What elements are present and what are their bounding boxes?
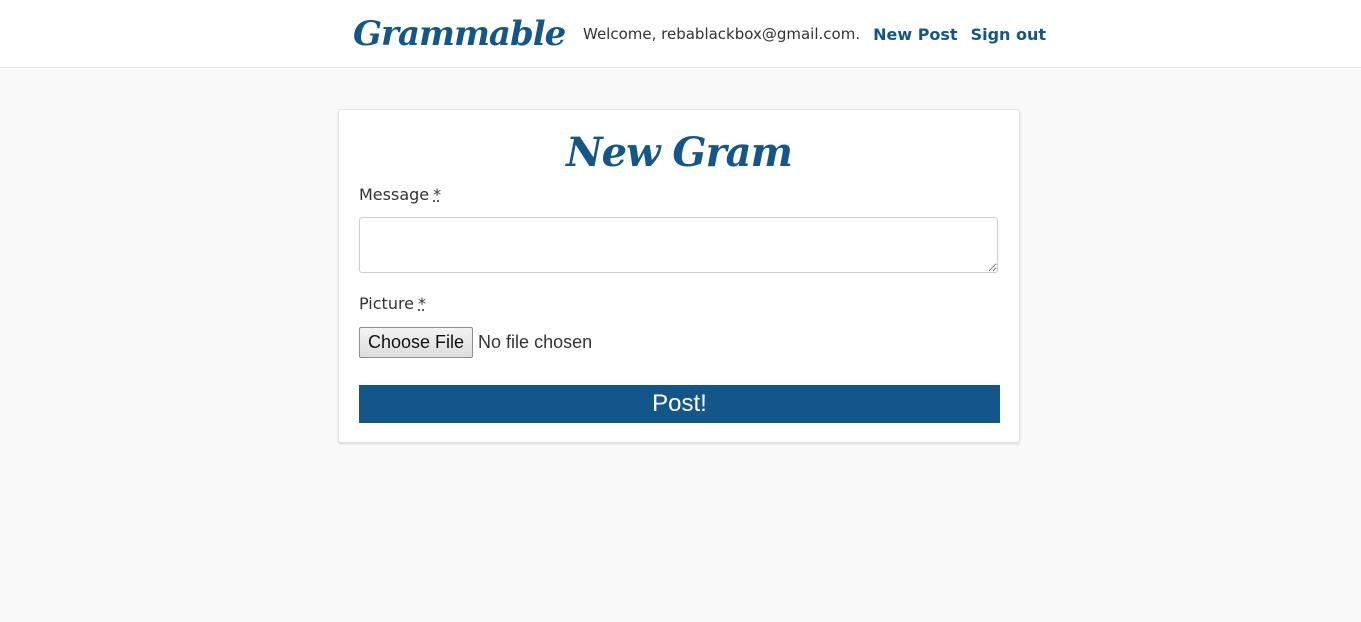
- file-status-text: No file chosen: [478, 332, 593, 352]
- new-gram-card: New Gram Message * Picture * Choose File N…: [338, 109, 1020, 443]
- nav-right: Welcome, rebablackbox@gmail.com. New Pos…: [583, 24, 1046, 44]
- welcome-text: Welcome, rebablackbox@gmail.com.: [583, 25, 861, 43]
- post-submit-button[interactable]: Post!: [359, 385, 1000, 423]
- page-title: New Gram: [566, 129, 793, 176]
- picture-label: Picture *: [359, 294, 426, 313]
- new-post-link[interactable]: New Post: [873, 25, 957, 44]
- picture-label-text: Picture: [359, 294, 415, 313]
- sign-out-link[interactable]: Sign out: [971, 25, 1046, 44]
- file-input: Choose File No file chosen: [359, 327, 592, 358]
- brand-logo-link[interactable]: Grammable: [353, 14, 566, 54]
- message-textarea[interactable]: [359, 217, 998, 273]
- required-marker: *: [418, 294, 427, 313]
- choose-file-button[interactable]: Choose File: [359, 327, 474, 358]
- top-navbar: Grammable Welcome, rebablackbox@gmail.co…: [0, 0, 1361, 68]
- message-label: Message *: [359, 185, 441, 204]
- message-label-text: Message: [359, 185, 430, 204]
- required-marker: *: [433, 185, 442, 204]
